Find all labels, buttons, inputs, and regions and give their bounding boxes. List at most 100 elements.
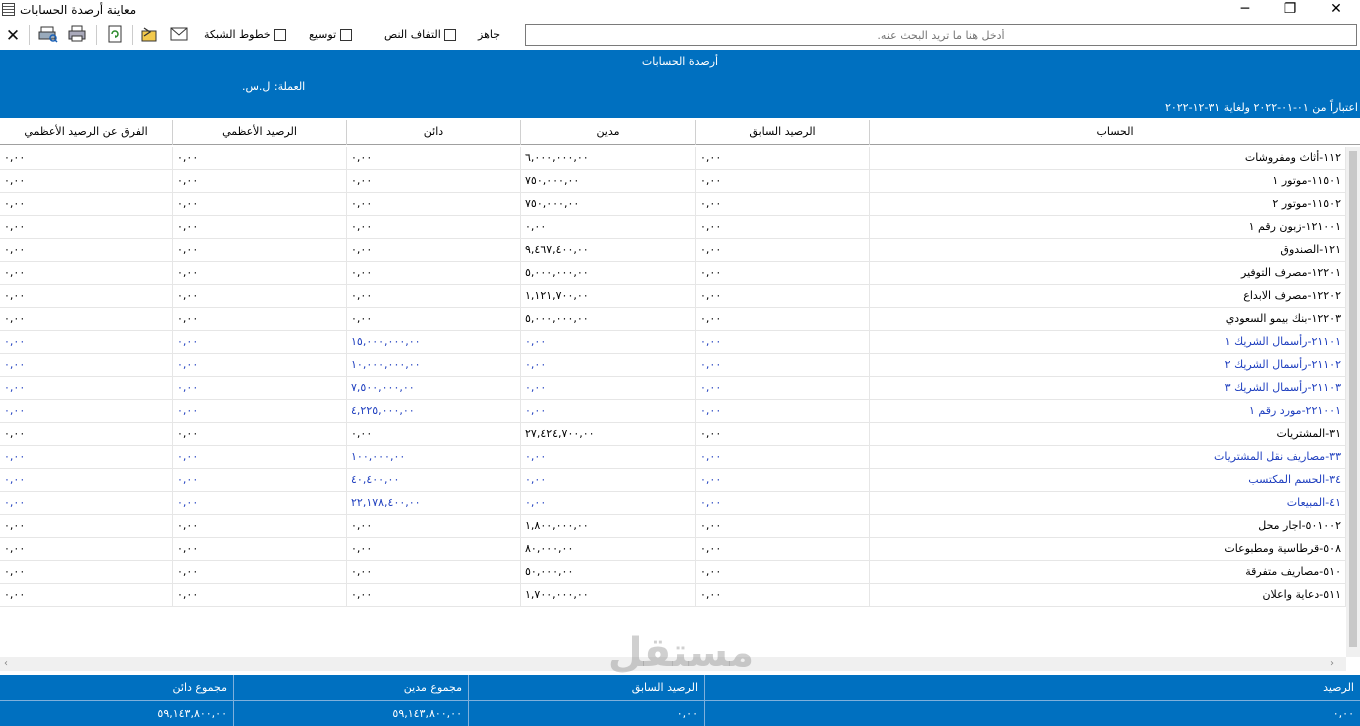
cell-previous-balance: ٠,٠٠ <box>696 239 870 262</box>
table-row[interactable]: ٠,٠٠ ٠,٠٠ ٠,٠٠ ٥٠,٠٠٠,٠٠ ٠,٠٠ ٥١٠-مصاريف متفر… <box>0 561 1346 584</box>
title-bar: معاينة أرصدة الحسابات ─ ❐ ✕ <box>0 0 1360 20</box>
cell-debit: ٠,٠٠ <box>521 377 696 400</box>
table-row[interactable]: ٠,٠٠ ٠,٠٠ ٠,٠٠ ٩,٤٦٧,٤٠٠,٠٠ ٠,٠٠ ١٢١-الصندوق <box>0 239 1346 262</box>
balance-label: الرصيد <box>1323 681 1354 694</box>
cell-max-balance: ٠,٠٠ <box>173 308 347 331</box>
table-row[interactable]: ٠,٠٠ ٠,٠٠ ٤٠,٤٠٠,٠٠ ٠,٠٠ ٠,٠٠ ٣٤-الحسم المكتس… <box>0 469 1346 492</box>
toolbar-separator <box>132 25 133 45</box>
cell-diff-max-balance: ٠,٠٠ <box>0 170 173 193</box>
cell-diff-max-balance: ٠,٠٠ <box>0 538 173 561</box>
cell-previous-balance: ٠,٠٠ <box>696 331 870 354</box>
table-row[interactable]: ٠,٠٠ ٠,٠٠ ٤,٢٢٥,٠٠٠,٠٠ ٠,٠٠ ٠,٠٠ ٢٢١٠٠١-مورد … <box>0 400 1346 423</box>
accounts-grid: ٠,٠٠ ٠,٠٠ ٠,٠٠ ٦,٠٠٠,٠٠٠,٠٠ ٠,٠٠ ١١٢-أثاث ومف… <box>0 147 1346 607</box>
cell-debit: ٧٥٠,٠٠٠,٠٠ <box>521 170 696 193</box>
cell-max-balance: ٠,٠٠ <box>173 423 347 446</box>
cell-max-balance: ٠,٠٠ <box>173 446 347 469</box>
cell-max-balance: ٠,٠٠ <box>173 331 347 354</box>
grid-lines-label: خطوط الشبكة <box>204 28 271 41</box>
col-debit[interactable]: مدين <box>521 120 696 145</box>
table-row[interactable]: ٠,٠٠ ٠,٠٠ ٠,٠٠ ٥,٠٠٠,٠٠٠,٠٠ ٠,٠٠ ١٢٢٠١-مصرف ا… <box>0 262 1346 285</box>
table-row[interactable]: ٠,٠٠ ٠,٠٠ ٠,٠٠ ٠,٠٠ ٠,٠٠ ١٢١٠٠١-زبون رقم ١ <box>0 216 1346 239</box>
col-max-balance[interactable]: الرصيد الأعظمي <box>173 120 347 145</box>
vertical-scrollbar[interactable] <box>1346 147 1360 657</box>
cell-diff-max-balance: ٠,٠٠ <box>0 446 173 469</box>
cell-previous-balance: ٠,٠٠ <box>696 584 870 607</box>
cell-credit: ١٥,٠٠٠,٠٠٠,٠٠ <box>347 331 521 354</box>
cell-account: ٢٢١٠٠١-مورد رقم ١ <box>870 400 1346 423</box>
table-row[interactable]: ٠,٠٠ ٠,٠٠ ٠,٠٠ ٧٥٠,٠٠٠,٠٠ ٠,٠٠ ١١٥٠١-موتور ١ <box>0 170 1346 193</box>
cell-credit: ٠,٠٠ <box>347 216 521 239</box>
cell-credit: ٠,٠٠ <box>347 193 521 216</box>
close-window-button[interactable]: ✕ <box>1313 0 1359 20</box>
table-row[interactable]: ٠,٠٠ ٠,٠٠ ٠,٠٠ ٨٠,٠٠٠,٠٠ ٠,٠٠ ٥٠٨-قرطاسية ومط… <box>0 538 1346 561</box>
table-row[interactable]: ٠,٠٠ ٠,٠٠ ٢٢,١٧٨,٤٠٠,٠٠ ٠,٠٠ ٠,٠٠ ٤١-المبيعات <box>0 492 1346 515</box>
cell-max-balance: ٠,٠٠ <box>173 584 347 607</box>
table-row[interactable]: ٠,٠٠ ٠,٠٠ ٠,٠٠ ٧٥٠,٠٠٠,٠٠ ٠,٠٠ ١١٥٠٢-موتور ٢ <box>0 193 1346 216</box>
status-text: جاهز <box>478 28 501 41</box>
col-account[interactable]: الحساب <box>870 120 1360 145</box>
minimize-button[interactable]: ─ <box>1222 0 1268 20</box>
table-row[interactable]: ٠,٠٠ ٠,٠٠ ٠,٠٠ ٢٧,٤٢٤,٧٠٠,٠٠ ٠,٠٠ ٣١-المشتريا… <box>0 423 1346 446</box>
table-row[interactable]: ٠,٠٠ ٠,٠٠ ١٥,٠٠٠,٠٠٠,٠٠ ٠,٠٠ ٠,٠٠ ٢١١٠١-رأسما… <box>0 331 1346 354</box>
wrap-text-label: التفاف النص <box>384 28 441 41</box>
cell-account: ١٢٢٠١-مصرف التوفير <box>870 262 1346 285</box>
cell-credit: ٠,٠٠ <box>347 561 521 584</box>
scroll-left-icon[interactable]: ‹ <box>4 657 8 671</box>
wrap-text-checkbox[interactable]: التفاف النص <box>384 28 457 44</box>
table-row[interactable]: ٠,٠٠ ٠,٠٠ ٠,٠٠ ١,١٢١,٧٠٠,٠٠ ٠,٠٠ ١٢٢٠٢-مصرف ا… <box>0 285 1346 308</box>
cell-previous-balance: ٠,٠٠ <box>696 354 870 377</box>
cell-debit: ١,٧٠٠,٠٠٠,٠٠ <box>521 584 696 607</box>
search-input[interactable] <box>525 24 1357 46</box>
report-banner: أرصدة الحسابات العملة: ل.س. اعتباراً من … <box>0 50 1360 118</box>
cell-previous-balance: ٠,٠٠ <box>696 469 870 492</box>
cell-diff-max-balance: ٠,٠٠ <box>0 331 173 354</box>
export-icon[interactable] <box>139 25 161 47</box>
cell-diff-max-balance: ٠,٠٠ <box>0 354 173 377</box>
close-icon[interactable]: ✕ <box>2 25 24 47</box>
cell-previous-balance: ٠,٠٠ <box>696 308 870 331</box>
scroll-right-icon[interactable]: › <box>1330 657 1334 671</box>
print-preview-icon[interactable] <box>37 25 59 47</box>
expand-label: توسيع <box>309 28 337 41</box>
cell-previous-balance: ٠,٠٠ <box>696 561 870 584</box>
col-credit[interactable]: دائن <box>347 120 521 145</box>
email-icon[interactable] <box>168 25 190 47</box>
cell-account: ٢١١٠٢-رأسمال الشريك ٢ <box>870 354 1346 377</box>
toolbar-separator <box>29 25 30 45</box>
table-row[interactable]: ٠,٠٠ ٠,٠٠ ١٠,٠٠٠,٠٠٠,٠٠ ٠,٠٠ ٠,٠٠ ٢١١٠٢-رأسما… <box>0 354 1346 377</box>
wrap-text-box[interactable] <box>444 29 457 41</box>
col-diff-max-balance[interactable]: الفرق عن الرصيد الأعظمي <box>0 120 173 145</box>
maximize-button[interactable]: ❐ <box>1267 0 1313 20</box>
cell-diff-max-balance: ٠,٠٠ <box>0 262 173 285</box>
grid-lines-box[interactable] <box>274 29 287 41</box>
cell-previous-balance: ٠,٠٠ <box>696 170 870 193</box>
table-row[interactable]: ٠,٠٠ ٠,٠٠ ٠,٠٠ ٥,٠٠٠,٠٠٠,٠٠ ٠,٠٠ ١٢٢٠٣-بنك بي… <box>0 308 1346 331</box>
cell-diff-max-balance: ٠,٠٠ <box>0 561 173 584</box>
cell-max-balance: ٠,٠٠ <box>173 492 347 515</box>
period-label: اعتباراً من ٠١-٠١-٢٠٢٢ ولغاية ٣١-١٢-٢٠٢٢ <box>1164 101 1358 114</box>
cell-max-balance: ٠,٠٠ <box>173 538 347 561</box>
table-row[interactable]: ٠,٠٠ ٠,٠٠ ١٠٠,٠٠٠,٠٠ ٠,٠٠ ٠,٠٠ ٣٣-مصاريف نقل … <box>0 446 1346 469</box>
table-row[interactable]: ٠,٠٠ ٠,٠٠ ٠,٠٠ ١,٨٠٠,٠٠٠,٠٠ ٠,٠٠ ٥٠١٠٠٢-اجار … <box>0 515 1346 538</box>
expand-checkbox[interactable]: توسيع <box>309 28 352 44</box>
expand-box[interactable] <box>339 29 352 41</box>
table-row[interactable]: ٠,٠٠ ٠,٠٠ ٠,٠٠ ١,٧٠٠,٠٠٠,٠٠ ٠,٠٠ ٥١١-دعاية وا… <box>0 584 1346 607</box>
grid-lines-checkbox[interactable]: خطوط الشبكة <box>204 28 287 44</box>
table-row[interactable]: ٠,٠٠ ٠,٠٠ ٧,٥٠٠,٠٠٠,٠٠ ٠,٠٠ ٠,٠٠ ٢١١٠٣-رأسمال… <box>0 377 1346 400</box>
cell-account: ٥٠١٠٠٢-اجار محل <box>870 515 1346 538</box>
horizontal-scrollbar[interactable]: ‹ › <box>0 657 1346 671</box>
print-icon[interactable] <box>66 25 88 47</box>
vertical-scroll-thumb[interactable] <box>1349 151 1357 647</box>
cell-previous-balance: ٠,٠٠ <box>696 400 870 423</box>
cell-account: ١٢٢٠٢-مصرف الابداع <box>870 285 1346 308</box>
refresh-icon[interactable] <box>104 25 126 47</box>
col-previous-balance[interactable]: الرصيد السابق <box>696 120 870 145</box>
cell-max-balance: ٠,٠٠ <box>173 239 347 262</box>
cell-account: ٣١-المشتريات <box>870 423 1346 446</box>
table-row[interactable]: ٠,٠٠ ٠,٠٠ ٠,٠٠ ٦,٠٠٠,٠٠٠,٠٠ ٠,٠٠ ١١٢-أثاث ومف… <box>0 147 1346 170</box>
cell-diff-max-balance: ٠,٠٠ <box>0 515 173 538</box>
cell-previous-balance: ٠,٠٠ <box>696 262 870 285</box>
cell-account: ١٢٢٠٣-بنك بيمو السعودي <box>870 308 1346 331</box>
cell-diff-max-balance: ٠,٠٠ <box>0 285 173 308</box>
cell-max-balance: ٠,٠٠ <box>173 147 347 170</box>
